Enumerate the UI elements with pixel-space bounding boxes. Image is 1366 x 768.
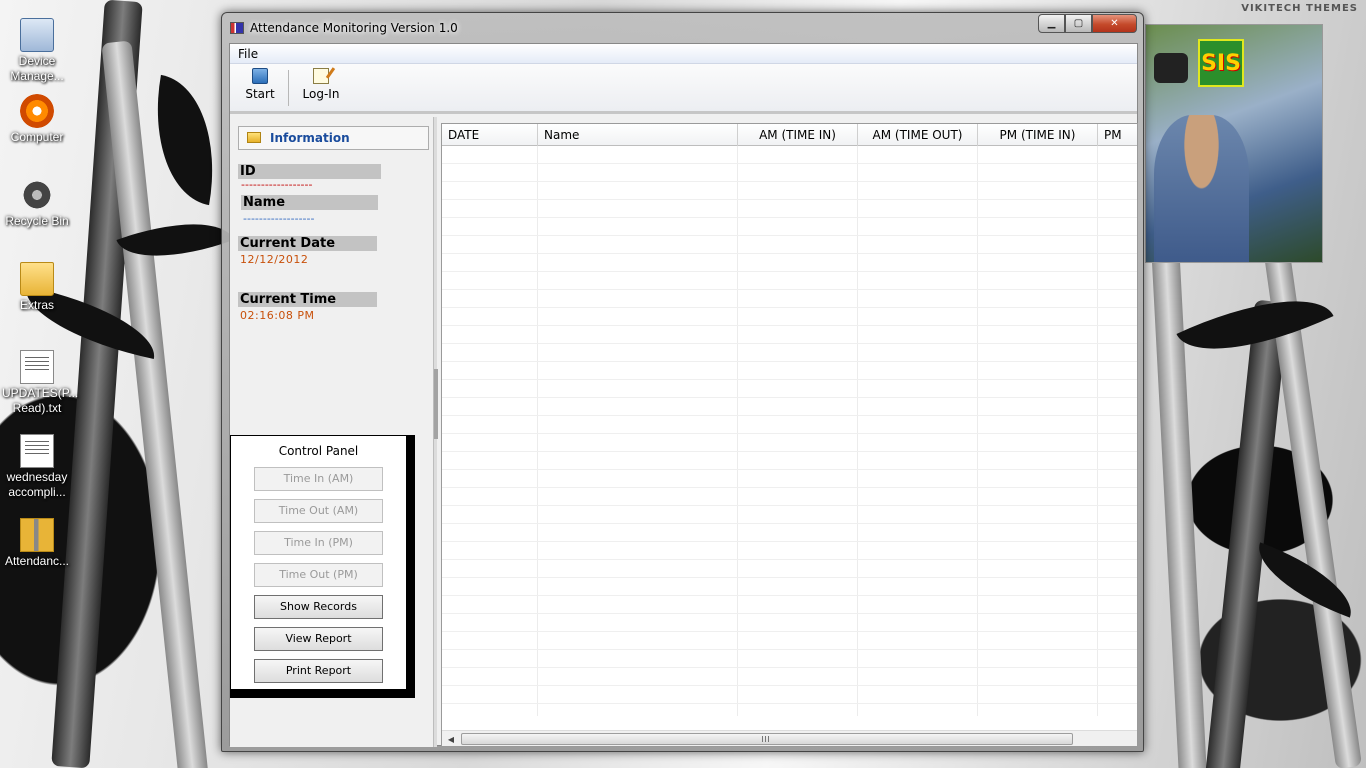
menu-bar: File: [230, 44, 1137, 64]
panel-splitter[interactable]: [433, 117, 438, 747]
close-button[interactable]: ✕: [1092, 14, 1137, 33]
login-icon: [313, 68, 329, 84]
view-report-button[interactable]: View Report: [254, 627, 383, 651]
column-header-date[interactable]: DATE: [442, 124, 538, 146]
horizontal-scrollbar[interactable]: ◀: [442, 730, 1137, 746]
photo-slideshow-gadget[interactable]: SIS: [1145, 24, 1323, 263]
desktop-icon-label: Computer: [10, 130, 64, 144]
desktop-icon-label: Device Manage...: [10, 54, 64, 83]
time-out-pm-button[interactable]: Time Out (PM): [254, 563, 383, 587]
desktop-icon-wednesday[interactable]: wednesday accompli...: [2, 434, 72, 500]
time-in-pm-button[interactable]: Time In (PM): [254, 531, 383, 555]
id-label: ID: [238, 164, 381, 179]
information-title: Information: [270, 131, 350, 145]
info-panel: Information ID ------------------ Name -…: [230, 117, 438, 747]
desktop-icon-label: UPDATES(P... Read).txt: [2, 386, 79, 415]
title-bar[interactable]: Attendance Monitoring Version 1.0 ▁ ▢ ✕: [222, 13, 1143, 43]
toolbar: Start Log-In: [230, 64, 1137, 114]
bamboo-stalk: [1150, 239, 1208, 768]
column-header-name[interactable]: Name: [538, 124, 738, 146]
app-icon[interactable]: [230, 22, 244, 34]
control-panel: Control Panel Time In (AM) Time Out (AM)…: [230, 435, 415, 698]
sis-logo: SIS: [1198, 39, 1244, 87]
bamboo-leaf: [140, 74, 230, 206]
login-label: Log-In: [302, 87, 340, 101]
camera-image: [1154, 53, 1188, 83]
desktop-icon-device-manager[interactable]: Device Manage...: [2, 18, 72, 84]
print-report-button[interactable]: Print Report: [254, 659, 383, 683]
bamboo-leaf: [1246, 542, 1364, 618]
desktop-icon-label: Recycle Bin: [5, 214, 69, 228]
name-label: Name: [241, 195, 378, 210]
time-out-am-button[interactable]: Time Out (AM): [254, 499, 383, 523]
column-header-pm[interactable]: PM: [1098, 124, 1137, 146]
time-in-am-button[interactable]: Time In (AM): [254, 467, 383, 491]
window-client-area: File Start Log-In Information ID -------…: [229, 43, 1138, 747]
start-icon: [252, 68, 268, 84]
minimize-button[interactable]: ▁: [1038, 14, 1065, 33]
attendance-window: Attendance Monitoring Version 1.0 ▁ ▢ ✕ …: [221, 12, 1144, 752]
caption-buttons: ▁ ▢ ✕: [1038, 14, 1137, 33]
menu-file[interactable]: File: [236, 46, 260, 62]
desktop-icon-label: wednesday accompli...: [6, 470, 68, 499]
login-button[interactable]: Log-In: [296, 66, 346, 110]
current-time-value: 02:16:08 PM: [240, 309, 315, 322]
window-title: Attendance Monitoring Version 1.0: [250, 21, 458, 35]
start-label: Start: [245, 87, 275, 101]
text-file-icon: [20, 434, 54, 468]
panel-scroll-thumb[interactable]: [434, 369, 438, 439]
attendance-grid[interactable]: DATE Name AM (TIME IN) AM (TIME OUT) PM …: [441, 123, 1138, 747]
current-date-label: Current Date: [238, 236, 377, 251]
scroll-grip-icon: [762, 736, 770, 742]
desktop-icon-label: Extras: [19, 298, 54, 312]
column-header-am-time-out[interactable]: AM (TIME OUT): [858, 124, 978, 146]
current-time-label: Current Time: [238, 292, 377, 307]
folder-icon: [20, 262, 54, 296]
bamboo-stalk: [1205, 299, 1289, 768]
horizontal-scroll-thumb[interactable]: [461, 733, 1073, 745]
desktop-icon-computer[interactable]: Computer: [2, 94, 72, 145]
column-header-am-time-in[interactable]: AM (TIME IN): [738, 124, 858, 146]
information-header[interactable]: Information: [238, 126, 429, 150]
desktop-icon-updates-txt[interactable]: UPDATES(P... Read).txt: [2, 350, 79, 416]
start-button[interactable]: Start: [238, 66, 282, 110]
desktop-icon-label: Attendanc...: [4, 554, 70, 568]
desktop-icon-attendance[interactable]: Attendanc...: [2, 518, 72, 569]
id-value: ------------------: [241, 178, 313, 191]
device-manager-icon: [20, 18, 54, 52]
folder-icon: [247, 132, 261, 143]
maximize-button[interactable]: ▢: [1065, 14, 1092, 33]
toolbar-separator: [288, 70, 289, 106]
person-photo: [1154, 115, 1249, 262]
column-header-pm-time-in[interactable]: PM (TIME IN): [978, 124, 1098, 146]
scroll-left-arrow-icon[interactable]: ◀: [445, 734, 457, 745]
grid-body[interactable]: [442, 146, 1137, 716]
zip-folder-icon: [20, 518, 54, 552]
desktop-icon-extras[interactable]: Extras: [2, 262, 72, 313]
grid-header: DATE Name AM (TIME IN) AM (TIME OUT) PM …: [442, 124, 1137, 146]
text-file-icon: [20, 350, 54, 384]
theme-watermark: VIKITECH THEMES: [1241, 3, 1358, 14]
name-value: ------------------: [243, 212, 315, 225]
desktop-icon-recycle-bin[interactable]: Recycle Bin: [2, 178, 72, 229]
current-date-value: 12/12/2012: [240, 253, 309, 266]
recycle-bin-icon: [20, 178, 54, 212]
show-records-button[interactable]: Show Records: [254, 595, 383, 619]
control-panel-title: Control Panel: [278, 444, 359, 458]
computer-icon: [20, 94, 54, 128]
